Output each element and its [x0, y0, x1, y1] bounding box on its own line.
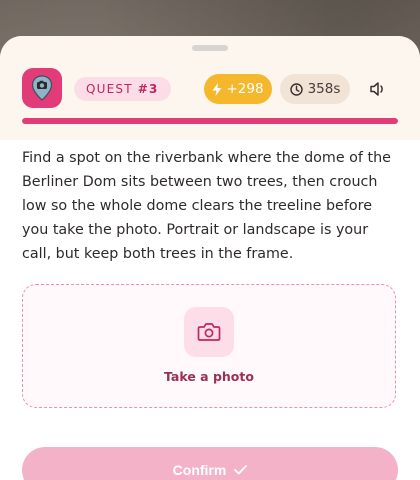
score-badge: +298 — [204, 74, 272, 104]
quest-badge: QUEST #3 — [74, 77, 171, 101]
quest-progress-bar — [22, 118, 398, 124]
sound-toggle-button[interactable] — [364, 76, 392, 102]
confirm-button[interactable]: Confirm — [22, 447, 398, 480]
camera-tile — [184, 307, 234, 357]
drag-handle[interactable] — [192, 45, 228, 51]
lightning-icon — [212, 82, 222, 96]
quest-header: QUEST #3 +298 358s — [0, 36, 420, 140]
confirm-label: Confirm — [172, 462, 227, 478]
quest-sheet: QUEST #3 +298 358s Find a spot on the ri… — [0, 36, 420, 480]
take-photo-dropzone[interactable]: Take a photo — [22, 284, 396, 408]
timer-value: 358s — [307, 81, 341, 97]
checkmark-icon — [234, 465, 248, 475]
quest-number: #3 — [137, 82, 159, 96]
quest-instructions: Find a spot on the riverbank where the d… — [22, 150, 391, 262]
speaker-icon — [370, 82, 383, 96]
camera-pin-icon — [22, 68, 62, 108]
timer-badge: 358s — [280, 74, 350, 104]
quest-label: QUEST — [86, 82, 133, 96]
take-photo-label: Take a photo — [164, 369, 254, 384]
camera-icon — [197, 323, 221, 341]
score-value: +298 — [226, 81, 264, 97]
clock-icon — [289, 82, 303, 96]
quest-progress-fill — [22, 118, 398, 124]
